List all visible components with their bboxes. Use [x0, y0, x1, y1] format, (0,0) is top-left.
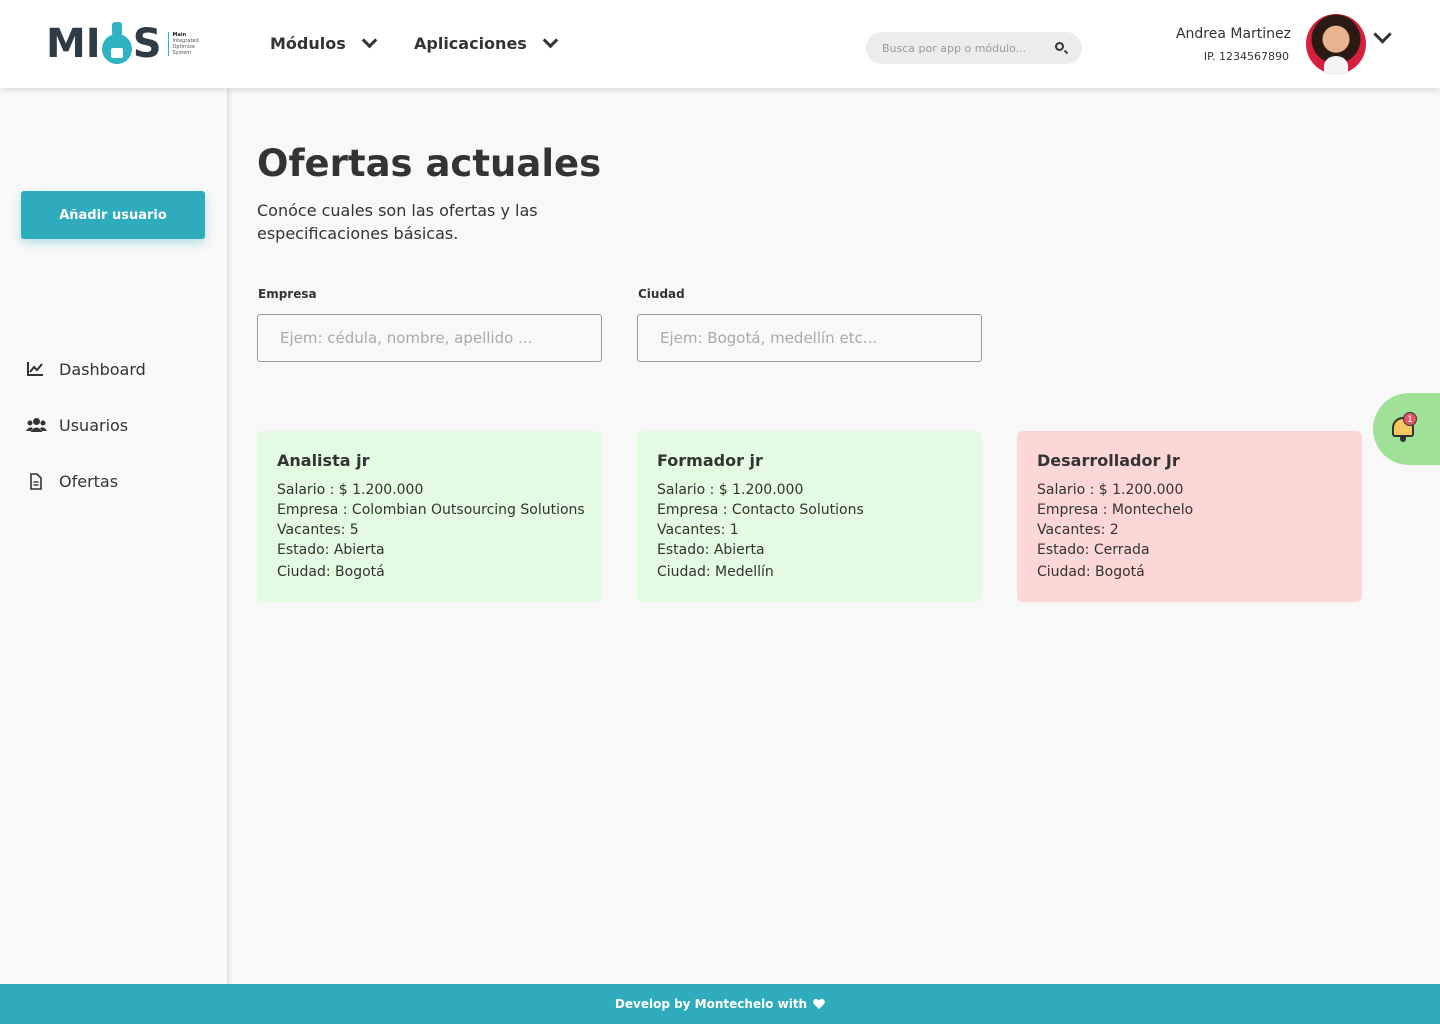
sidebar: Añadir usuario Dashboard Usuarios Oferta…	[0, 88, 228, 984]
offer-salario: Salario : $ 1.200.000	[657, 482, 804, 498]
avatar[interactable]	[1306, 14, 1366, 74]
nav-aplicaciones-label: Aplicaciones	[414, 34, 527, 53]
offer-estado: Estado: Cerrada	[1037, 542, 1150, 558]
offer-ciudad: Ciudad: Bogotá	[1037, 564, 1145, 580]
chevron-down-icon[interactable]	[1373, 25, 1392, 44]
chevron-down-icon	[542, 32, 559, 49]
notification-button[interactable]: 1	[1373, 393, 1440, 465]
offer-ciudad: Ciudad: Medellín	[657, 564, 774, 580]
chevron-down-icon	[361, 32, 378, 49]
offer-title: Analista jr	[277, 451, 370, 470]
search-icon[interactable]	[1055, 42, 1064, 51]
top-header: MI S Main Integrated Optimize System Mód…	[0, 0, 1440, 88]
user-name: Andrea Martinez	[1175, 26, 1291, 42]
offer-card[interactable]: Analista jr Salario : $ 1.200.000 Empres…	[257, 431, 602, 602]
logo-tagline-line: System	[172, 50, 192, 56]
offer-empresa: Empresa : Montechelo	[1037, 502, 1194, 518]
ciudad-input[interactable]	[638, 315, 981, 361]
mios-logo[interactable]: MI S Main Integrated Optimize System	[46, 18, 208, 70]
offer-salario: Salario : $ 1.200.000	[277, 482, 424, 498]
page-title: Ofertas actuales	[257, 142, 602, 185]
nav-modulos-label: Módulos	[270, 34, 346, 53]
chart-line-icon	[26, 361, 45, 379]
sidebar-item-label: Usuarios	[59, 416, 129, 435]
ciudad-label: Ciudad	[638, 287, 685, 301]
logo-text-left: MI	[46, 21, 101, 67]
offer-vacantes: Vacantes: 5	[277, 522, 359, 538]
offer-estado: Estado: Abierta	[657, 542, 765, 558]
search-bar	[866, 32, 1082, 64]
notification-count-badge: 1	[1403, 412, 1417, 426]
empresa-field	[257, 314, 602, 362]
sidebar-item-usuarios[interactable]: Usuarios	[26, 416, 128, 435]
logo-text-right: S	[132, 21, 162, 67]
sidebar-item-label: Dashboard	[59, 360, 146, 379]
user-ip: IP. 1234567890	[1203, 50, 1289, 63]
users-icon	[26, 417, 47, 435]
heart-icon	[813, 999, 825, 1010]
sidebar-item-ofertas[interactable]: Ofertas	[26, 472, 118, 491]
offer-ciudad: Ciudad: Bogotá	[277, 564, 385, 580]
offer-vacantes: Vacantes: 1	[657, 522, 739, 538]
bottle-icon	[101, 22, 132, 66]
search-input[interactable]	[866, 32, 1036, 64]
footer-text: Develop by Montechelo with	[614, 997, 808, 1011]
add-user-button[interactable]: Añadir usuario	[21, 191, 205, 239]
offer-card[interactable]: Desarrollador Jr Salario : $ 1.200.000 E…	[1017, 431, 1362, 602]
offer-empresa: Empresa : Colombian Outsourcing Solution…	[277, 502, 585, 518]
nav-aplicaciones-menu[interactable]: Aplicaciones	[414, 32, 559, 53]
footer: Develop by Montechelo with	[0, 984, 1440, 1024]
page-subtitle: Conóce cuales son las ofertas y las espe…	[257, 201, 538, 243]
nav-modulos-menu[interactable]: Módulos	[270, 32, 378, 53]
offer-title: Formador jr	[657, 451, 763, 470]
logo-tagline: Main Integrated Optimize System	[167, 32, 208, 56]
offer-estado: Estado: Abierta	[277, 542, 385, 558]
empresa-label: Empresa	[258, 287, 317, 301]
offer-card[interactable]: Formador jr Salario : $ 1.200.000 Empres…	[637, 431, 982, 602]
empresa-input[interactable]	[258, 315, 601, 361]
offer-salario: Salario : $ 1.200.000	[1037, 482, 1184, 498]
offer-vacantes: Vacantes: 2	[1037, 522, 1119, 538]
document-icon	[26, 472, 45, 491]
offer-title: Desarrollador Jr	[1037, 451, 1180, 470]
sidebar-item-dashboard[interactable]: Dashboard	[26, 360, 146, 379]
ciudad-field	[637, 314, 982, 362]
logo-wordmark: MI S	[46, 21, 162, 67]
sidebar-item-label: Ofertas	[59, 472, 119, 491]
offer-empresa: Empresa : Contacto Solutions	[657, 502, 864, 518]
